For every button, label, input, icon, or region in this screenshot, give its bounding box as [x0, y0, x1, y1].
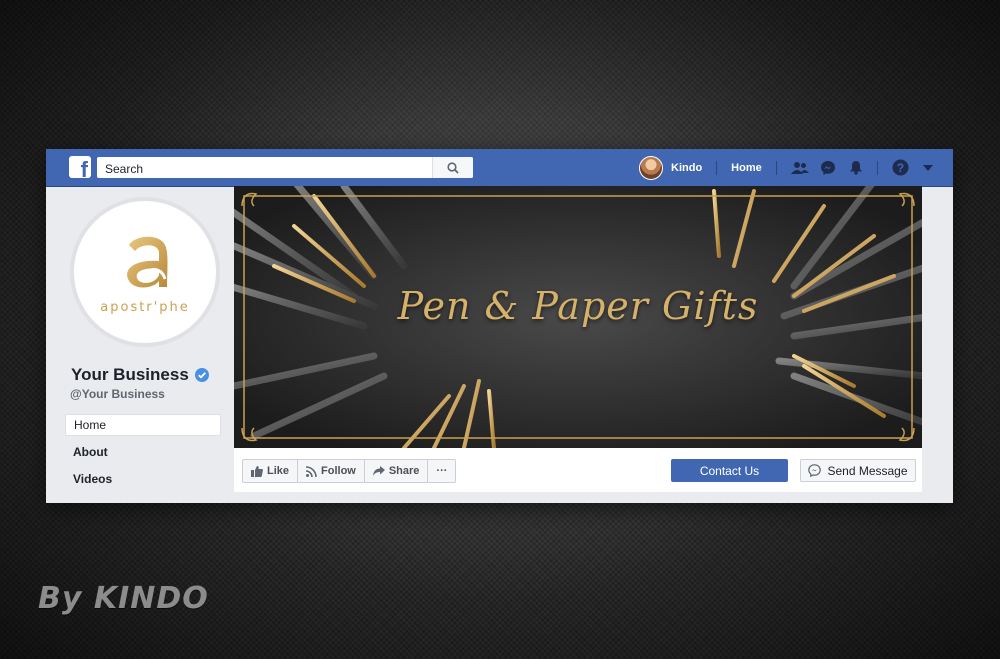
more-options-button[interactable]: ··· — [428, 460, 455, 482]
follow-button[interactable]: Follow — [298, 460, 365, 482]
page-action-buttons: Like Follow Share ··· — [242, 459, 457, 483]
messenger-icon[interactable] — [820, 160, 836, 176]
sidebar-item-home[interactable]: Home — [65, 414, 221, 436]
sidebar-item-videos[interactable]: Videos — [65, 468, 221, 490]
search-input[interactable] — [103, 159, 427, 178]
friends-icon[interactable] — [790, 161, 809, 175]
home-link[interactable]: Home — [731, 162, 762, 174]
verified-badge-icon — [194, 368, 209, 382]
apostrophe-logo-icon — [127, 236, 168, 288]
nav-right: Kindo Home ? — [639, 149, 933, 186]
svg-text:?: ? — [897, 161, 904, 175]
nav-divider — [876, 160, 878, 175]
search-button[interactable] — [432, 157, 473, 178]
search-icon — [447, 161, 459, 174]
facebook-f-icon[interactable]: f — [69, 156, 91, 178]
share-label: Share — [388, 465, 420, 477]
caret-down-icon[interactable] — [922, 164, 933, 171]
like-label: Like — [267, 465, 290, 477]
more-icon: ··· — [436, 465, 448, 477]
nav-divider — [775, 160, 777, 175]
send-message-label: Send Message — [827, 463, 908, 478]
page-action-bar: Like Follow Share ··· Contact Us Send Me… — [234, 448, 922, 492]
cover-section: Pen & Paper Gifts Like Follow Share ··· … — [234, 186, 922, 492]
help-icon[interactable]: ? — [892, 159, 909, 176]
top-navigation-bar: f Kindo Home — [46, 149, 953, 187]
logo-wordmark: apostr'phe — [100, 300, 190, 315]
send-message-button[interactable]: Send Message — [800, 459, 916, 482]
cover-photo[interactable]: Pen & Paper Gifts — [234, 186, 922, 448]
facebook-page-mockup: f Kindo Home — [46, 149, 953, 503]
thumbs-up-icon — [251, 465, 263, 477]
avatar[interactable] — [639, 155, 663, 180]
share-arrow-icon — [372, 466, 385, 476]
sidebar-item-about[interactable]: About — [65, 441, 221, 463]
share-button[interactable]: Share — [365, 460, 429, 482]
cover-title: Pen & Paper Gifts — [397, 284, 759, 328]
page-handle: @Your Business — [70, 387, 165, 401]
search-box — [97, 157, 473, 178]
left-column: apostr'phe Your Business @Your Business … — [46, 186, 234, 503]
sidebar-nav: Home About Videos — [65, 414, 221, 495]
messenger-icon — [808, 464, 822, 477]
rss-follow-icon — [306, 465, 317, 477]
page-title: Your Business — [71, 365, 209, 385]
nav-divider — [716, 160, 718, 175]
bell-icon[interactable] — [849, 160, 863, 175]
user-name-link[interactable]: Kindo — [671, 162, 702, 174]
profile-picture[interactable]: apostr'phe — [70, 197, 220, 347]
like-button[interactable]: Like — [243, 460, 299, 482]
business-name: Your Business — [71, 365, 189, 384]
brand-watermark: By KINDO — [38, 581, 209, 616]
follow-label: Follow — [321, 465, 356, 477]
contact-us-button[interactable]: Contact Us — [671, 459, 788, 482]
